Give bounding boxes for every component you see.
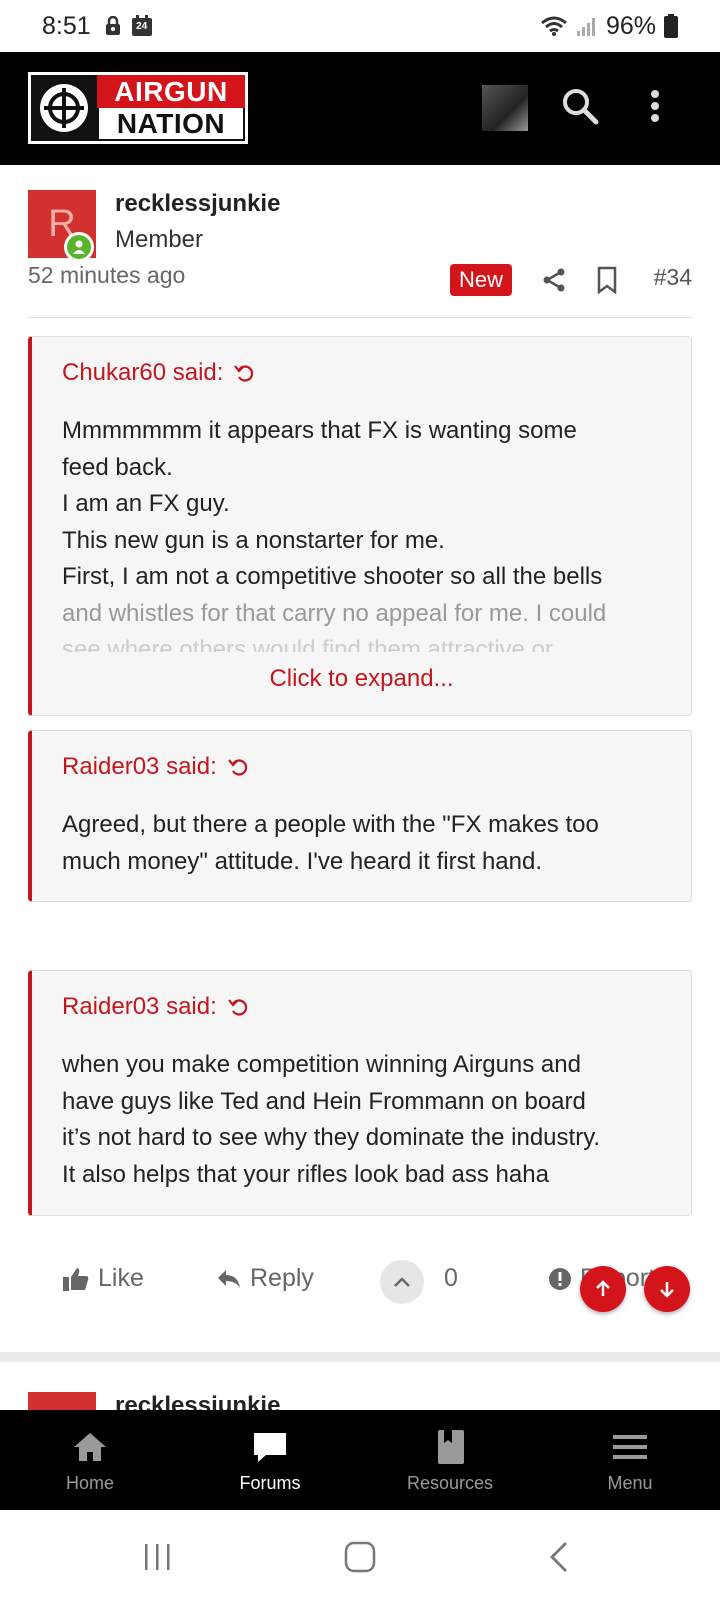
online-status-icon	[64, 232, 94, 262]
nav-forums[interactable]: Forums	[180, 1410, 360, 1510]
jump-to-quote-icon[interactable]	[233, 362, 255, 384]
quote-block: Chukar60 said: Mmmmmmm it appears that F…	[28, 336, 692, 716]
quote-attribution[interactable]: Raider03 said:	[62, 753, 249, 781]
nav-home[interactable]: Home	[0, 1410, 180, 1510]
account-avatar[interactable]	[482, 85, 528, 131]
site-logo[interactable]: AIRGUN NATION	[28, 72, 248, 144]
new-badge: New	[450, 264, 512, 296]
site-header: AIRGUN NATION	[0, 52, 720, 165]
system-navigation-bar	[0, 1510, 720, 1600]
search-icon[interactable]	[560, 86, 600, 126]
quote-author[interactable]: Chukar60 said:	[62, 359, 223, 387]
home-button-icon[interactable]	[340, 1540, 380, 1574]
quote-author[interactable]: Raider03 said:	[62, 753, 217, 781]
post-header: R recklessjunkie Member 52 minutes ago N…	[28, 186, 692, 318]
nav-menu[interactable]: Menu	[540, 1410, 720, 1510]
battery-icon	[664, 14, 678, 38]
quote-attribution[interactable]: Chukar60 said:	[62, 359, 255, 387]
post-divider	[0, 1352, 720, 1362]
quote-line: have guys like Ted and Hein Frommann on …	[62, 1087, 586, 1115]
jump-to-quote-icon[interactable]	[227, 756, 249, 778]
bookmark-icon[interactable]	[594, 266, 620, 294]
status-time: 8:51	[42, 11, 91, 40]
post-username[interactable]: recklessjunkie	[115, 1392, 280, 1412]
share-icon[interactable]	[540, 266, 568, 294]
next-post-preview: recklessjunkie	[28, 1392, 692, 1412]
reply-button[interactable]: Reply	[216, 1264, 314, 1293]
status-bar: 8:51 24 96%	[0, 0, 720, 52]
forums-icon	[254, 1432, 286, 1462]
quote-line: It also helps that your rifles look bad …	[62, 1160, 549, 1188]
bottom-navigation: Home Forums Resources Menu	[0, 1410, 720, 1510]
resources-icon	[438, 1429, 464, 1464]
quote-text: Agreed, but there a people with the "FX …	[62, 807, 665, 880]
signal-icon	[576, 18, 595, 36]
arrow-down-icon	[660, 1282, 674, 1298]
quote-line: First, I am not a competitive shooter so…	[62, 563, 603, 590]
upvote-button[interactable]	[380, 1260, 424, 1304]
chevron-up-icon	[394, 1277, 410, 1287]
back-icon[interactable]	[540, 1540, 580, 1574]
post-actions: Like Reply 0 Report	[0, 1256, 720, 1312]
quote-line: much money" attitude. I've heard it firs…	[62, 847, 543, 875]
user-avatar[interactable]	[28, 1392, 96, 1412]
lock-icon	[105, 16, 120, 35]
thumbs-up-icon	[63, 1267, 89, 1291]
post-timestamp[interactable]: 52 minutes ago	[28, 262, 185, 289]
battery-percent: 96%	[605, 11, 656, 40]
quote-line: This new gun is a nonstarter for me.	[62, 526, 445, 554]
logo-text-top: AIRGUN	[97, 75, 245, 108]
nav-label: Home	[65, 1472, 114, 1493]
jump-to-quote-icon[interactable]	[227, 996, 249, 1018]
crosshair-icon	[31, 75, 97, 141]
arrow-up-icon	[596, 1280, 610, 1296]
more-options-icon[interactable]	[640, 86, 670, 126]
wifi-icon	[540, 16, 567, 36]
logo-text-bottom: NATION	[97, 108, 245, 141]
quote-block: Raider03 said: when you make competition…	[28, 970, 692, 1216]
quote-block: Raider03 said: Agreed, but there a peopl…	[28, 730, 692, 902]
quote-line: when you make competition winning Airgun…	[62, 1051, 581, 1078]
vote-count: 0	[444, 1264, 458, 1292]
alert-icon	[549, 1267, 571, 1290]
like-label: Like	[98, 1264, 144, 1292]
quote-line: see where others would find them attract…	[62, 636, 553, 652]
quote-attribution[interactable]: Raider03 said:	[62, 993, 249, 1021]
quote-line: Agreed, but there a people with the "FX …	[62, 811, 599, 838]
scroll-top-button[interactable]	[580, 1266, 626, 1312]
user-title: Member	[115, 226, 204, 253]
post-number[interactable]: #34	[654, 264, 692, 291]
quote-line: it’s not hard to see why they dominate t…	[62, 1124, 601, 1151]
like-button[interactable]: Like	[62, 1264, 144, 1293]
nav-label: Resources	[406, 1472, 494, 1493]
calendar-day: 24	[136, 21, 148, 32]
nav-resources[interactable]: Resources	[360, 1410, 540, 1510]
quote-line: I am an FX guy.	[62, 490, 230, 517]
post-username[interactable]: recklessjunkie	[115, 190, 280, 218]
quote-line: and whistles for that carry no appeal fo…	[62, 599, 607, 627]
scroll-bottom-button[interactable]	[644, 1266, 690, 1312]
reply-icon	[218, 1269, 240, 1288]
click-to-expand-link[interactable]: Click to expand...	[32, 665, 691, 693]
quote-text: when you make competition winning Airgun…	[62, 1047, 665, 1193]
calendar-icon: 24	[131, 15, 153, 37]
quote-line: feed back.	[62, 453, 173, 481]
home-icon	[74, 1432, 106, 1461]
quote-text: Mmmmmmm it appears that FX is wanting so…	[62, 413, 665, 652]
quote-line: Mmmmmmm it appears that FX is wanting so…	[62, 417, 577, 444]
nav-label: Forums	[239, 1472, 301, 1493]
recent-apps-icon[interactable]	[138, 1540, 178, 1574]
menu-icon	[613, 1434, 647, 1459]
reply-label: Reply	[250, 1264, 314, 1292]
nav-label: Menu	[607, 1472, 653, 1493]
quote-author[interactable]: Raider03 said:	[62, 993, 217, 1021]
